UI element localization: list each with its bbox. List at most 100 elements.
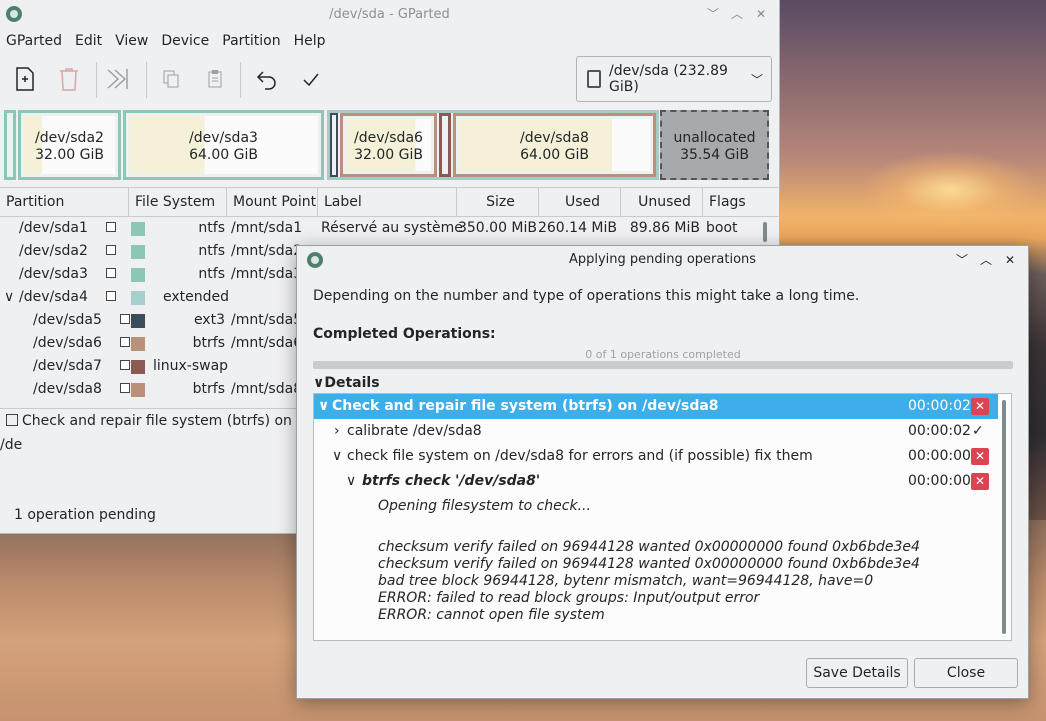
info-icon bbox=[106, 245, 116, 255]
diskmap-sda7[interactable] bbox=[439, 113, 451, 177]
col-filesystem[interactable]: File System bbox=[129, 188, 227, 216]
save-details-button[interactable]: Save Details bbox=[806, 658, 908, 688]
pending-operation-item[interactable]: Check and repair file system (btrfs) on … bbox=[0, 413, 292, 453]
command-title: btrfs check '/dev/sda8' bbox=[362, 473, 541, 489]
col-flags[interactable]: Flags bbox=[703, 188, 773, 216]
cell-partition: /dev/sda1 bbox=[19, 220, 88, 236]
cell-flags: boot bbox=[706, 220, 738, 236]
close-button[interactable]: Close bbox=[914, 658, 1018, 688]
cell-filesystem: ext3 bbox=[193, 312, 225, 328]
cell-partition: /dev/sda7 bbox=[33, 358, 102, 374]
dialog-title: Applying pending operations bbox=[568, 252, 757, 267]
operation-title: Check and repair file system (btrfs) on … bbox=[332, 398, 719, 414]
cell-filesystem: ntfs bbox=[198, 243, 225, 259]
cell-mountpoint: /mnt/sda2 bbox=[231, 243, 303, 259]
cell-mountpoint: /mnt/sda3 bbox=[231, 266, 303, 282]
dialog-title-bar: Applying pending operations ﹀ ︿ ✕ bbox=[297, 246, 1028, 274]
minimize-icon[interactable]: ﹀ bbox=[953, 251, 971, 269]
minimize-icon[interactable]: ﹀ bbox=[704, 5, 722, 23]
step-row[interactable]: ∨ check file system on /dev/sda8 for err… bbox=[314, 444, 998, 469]
fs-color-swatch bbox=[131, 314, 145, 328]
col-label[interactable]: Label bbox=[318, 188, 457, 216]
info-icon bbox=[120, 314, 130, 324]
fs-color-swatch bbox=[131, 337, 145, 351]
step-title: calibrate /dev/sda8 bbox=[347, 423, 482, 439]
chevron-down-icon: ∨ bbox=[313, 375, 325, 391]
table-row[interactable]: /dev/sda1 ntfs/mnt/sda1 Réservé au système… bbox=[0, 217, 770, 240]
command-time: 00:00:00 bbox=[908, 473, 971, 489]
pending-operations-list: Check and repair file system (btrfs) on … bbox=[0, 408, 300, 453]
menu-device[interactable]: Device bbox=[161, 33, 209, 49]
cell-filesystem: ntfs bbox=[198, 220, 225, 236]
details-expander[interactable]: ∨Details bbox=[313, 375, 380, 391]
title-bar: /dev/sda - GParted ﹀ ︿ ✕ bbox=[0, 0, 779, 28]
menu-edit[interactable]: Edit bbox=[75, 33, 102, 49]
dialog-intro: Depending on the number and type of oper… bbox=[313, 288, 860, 304]
chevron-right-icon: › bbox=[334, 423, 340, 439]
diskmap-unallocated[interactable]: unallocated 35.54 GiB bbox=[660, 110, 769, 180]
chevron-down-icon: ∨ bbox=[346, 473, 357, 489]
disk-map: /dev/sda2 32.00 GiB /dev/sda3 64.00 GiB /d… bbox=[4, 110, 772, 180]
close-icon[interactable]: ✕ bbox=[752, 5, 770, 23]
progress-bar bbox=[313, 361, 1013, 369]
details-tree: ∨ Check and repair file system (btrfs) o… bbox=[313, 393, 1012, 641]
menu-gparted[interactable]: GParted bbox=[6, 33, 62, 49]
cell-partition: /dev/sda4 bbox=[19, 289, 88, 305]
diskmap-sda5[interactable] bbox=[330, 113, 338, 177]
error-icon: ✕ bbox=[971, 448, 989, 465]
command-output: ERROR: cannot open file system bbox=[378, 607, 605, 623]
col-used[interactable]: Used bbox=[539, 188, 621, 216]
col-mountpoint[interactable]: Mount Point bbox=[227, 188, 318, 216]
menu-help[interactable]: Help bbox=[294, 33, 326, 49]
close-icon[interactable]: ✕ bbox=[1001, 251, 1019, 269]
cell-partition: /dev/sda6 bbox=[33, 335, 102, 351]
copy-icon[interactable] bbox=[156, 64, 186, 94]
info-icon bbox=[106, 268, 116, 278]
undo-icon[interactable] bbox=[252, 64, 282, 94]
col-unused[interactable]: Unused bbox=[621, 188, 703, 216]
cell-mountpoint: /mnt/sda1 bbox=[231, 220, 303, 236]
error-icon: ✕ bbox=[971, 398, 989, 415]
maximize-icon[interactable]: ︿ bbox=[977, 251, 995, 269]
disk-icon bbox=[587, 70, 601, 88]
menu-view[interactable]: View bbox=[115, 33, 148, 49]
maximize-icon[interactable]: ︿ bbox=[728, 5, 746, 23]
menu-partition[interactable]: Partition bbox=[222, 33, 280, 49]
diskmap-sda6[interactable]: /dev/sda6 32.00 GiB bbox=[340, 113, 437, 177]
success-check-icon: ✓ bbox=[972, 423, 984, 439]
step-row[interactable]: › calibrate /dev/sda8 00:00:02 ✓ bbox=[314, 419, 998, 444]
chevron-down-icon: ∨ bbox=[332, 448, 343, 464]
col-partition[interactable]: Partition bbox=[0, 188, 129, 216]
device-selector[interactable]: /dev/sda (232.89 GiB) ﹀ bbox=[576, 56, 772, 102]
apply-icon[interactable] bbox=[296, 64, 326, 94]
info-icon bbox=[120, 383, 130, 393]
fs-color-swatch bbox=[131, 360, 145, 374]
fs-color-swatch bbox=[131, 222, 145, 236]
diskmap-sda3[interactable]: /dev/sda3 64.00 GiB bbox=[123, 110, 324, 180]
completed-operations-label: Completed Operations: bbox=[313, 326, 496, 342]
command-row[interactable]: ∨ btrfs check '/dev/sda8' 00:00:00 ✕ bbox=[314, 469, 998, 494]
col-size[interactable]: Size bbox=[457, 188, 539, 216]
operation-icon bbox=[6, 414, 18, 426]
operation-row[interactable]: ∨ Check and repair file system (btrfs) o… bbox=[314, 394, 998, 419]
diskmap-sda2[interactable]: /dev/sda2 32.00 GiB bbox=[18, 110, 121, 180]
resize-move-icon[interactable] bbox=[104, 64, 134, 94]
cell-filesystem: btrfs bbox=[192, 381, 225, 397]
paste-icon[interactable] bbox=[200, 64, 230, 94]
table-scrollbar[interactable] bbox=[763, 222, 767, 242]
diskmap-sda8[interactable]: /dev/sda8 64.00 GiB bbox=[453, 113, 656, 177]
cell-mountpoint: /mnt/sda5 bbox=[231, 312, 303, 328]
new-partition-icon[interactable] bbox=[10, 64, 40, 94]
diskmap-sda1[interactable] bbox=[4, 110, 16, 180]
delete-icon[interactable] bbox=[54, 64, 84, 94]
cell-mountpoint: /mnt/sda8 bbox=[231, 381, 303, 397]
step-title: check file system on /dev/sda8 for error… bbox=[347, 448, 813, 464]
info-icon bbox=[120, 337, 130, 347]
details-scrollbar[interactable] bbox=[1002, 400, 1006, 634]
diskmap-extended[interactable]: /dev/sda6 32.00 GiB /dev/sda8 64.00 GiB bbox=[327, 110, 659, 180]
command-output: ERROR: failed to read block groups: Inpu… bbox=[378, 590, 760, 606]
apply-operations-dialog: Applying pending operations ﹀ ︿ ✕ Depend… bbox=[296, 245, 1029, 699]
cell-filesystem: linux-swap bbox=[153, 358, 229, 374]
command-output: Opening filesystem to check... bbox=[378, 498, 591, 514]
step-time: 00:00:02 bbox=[908, 423, 971, 439]
